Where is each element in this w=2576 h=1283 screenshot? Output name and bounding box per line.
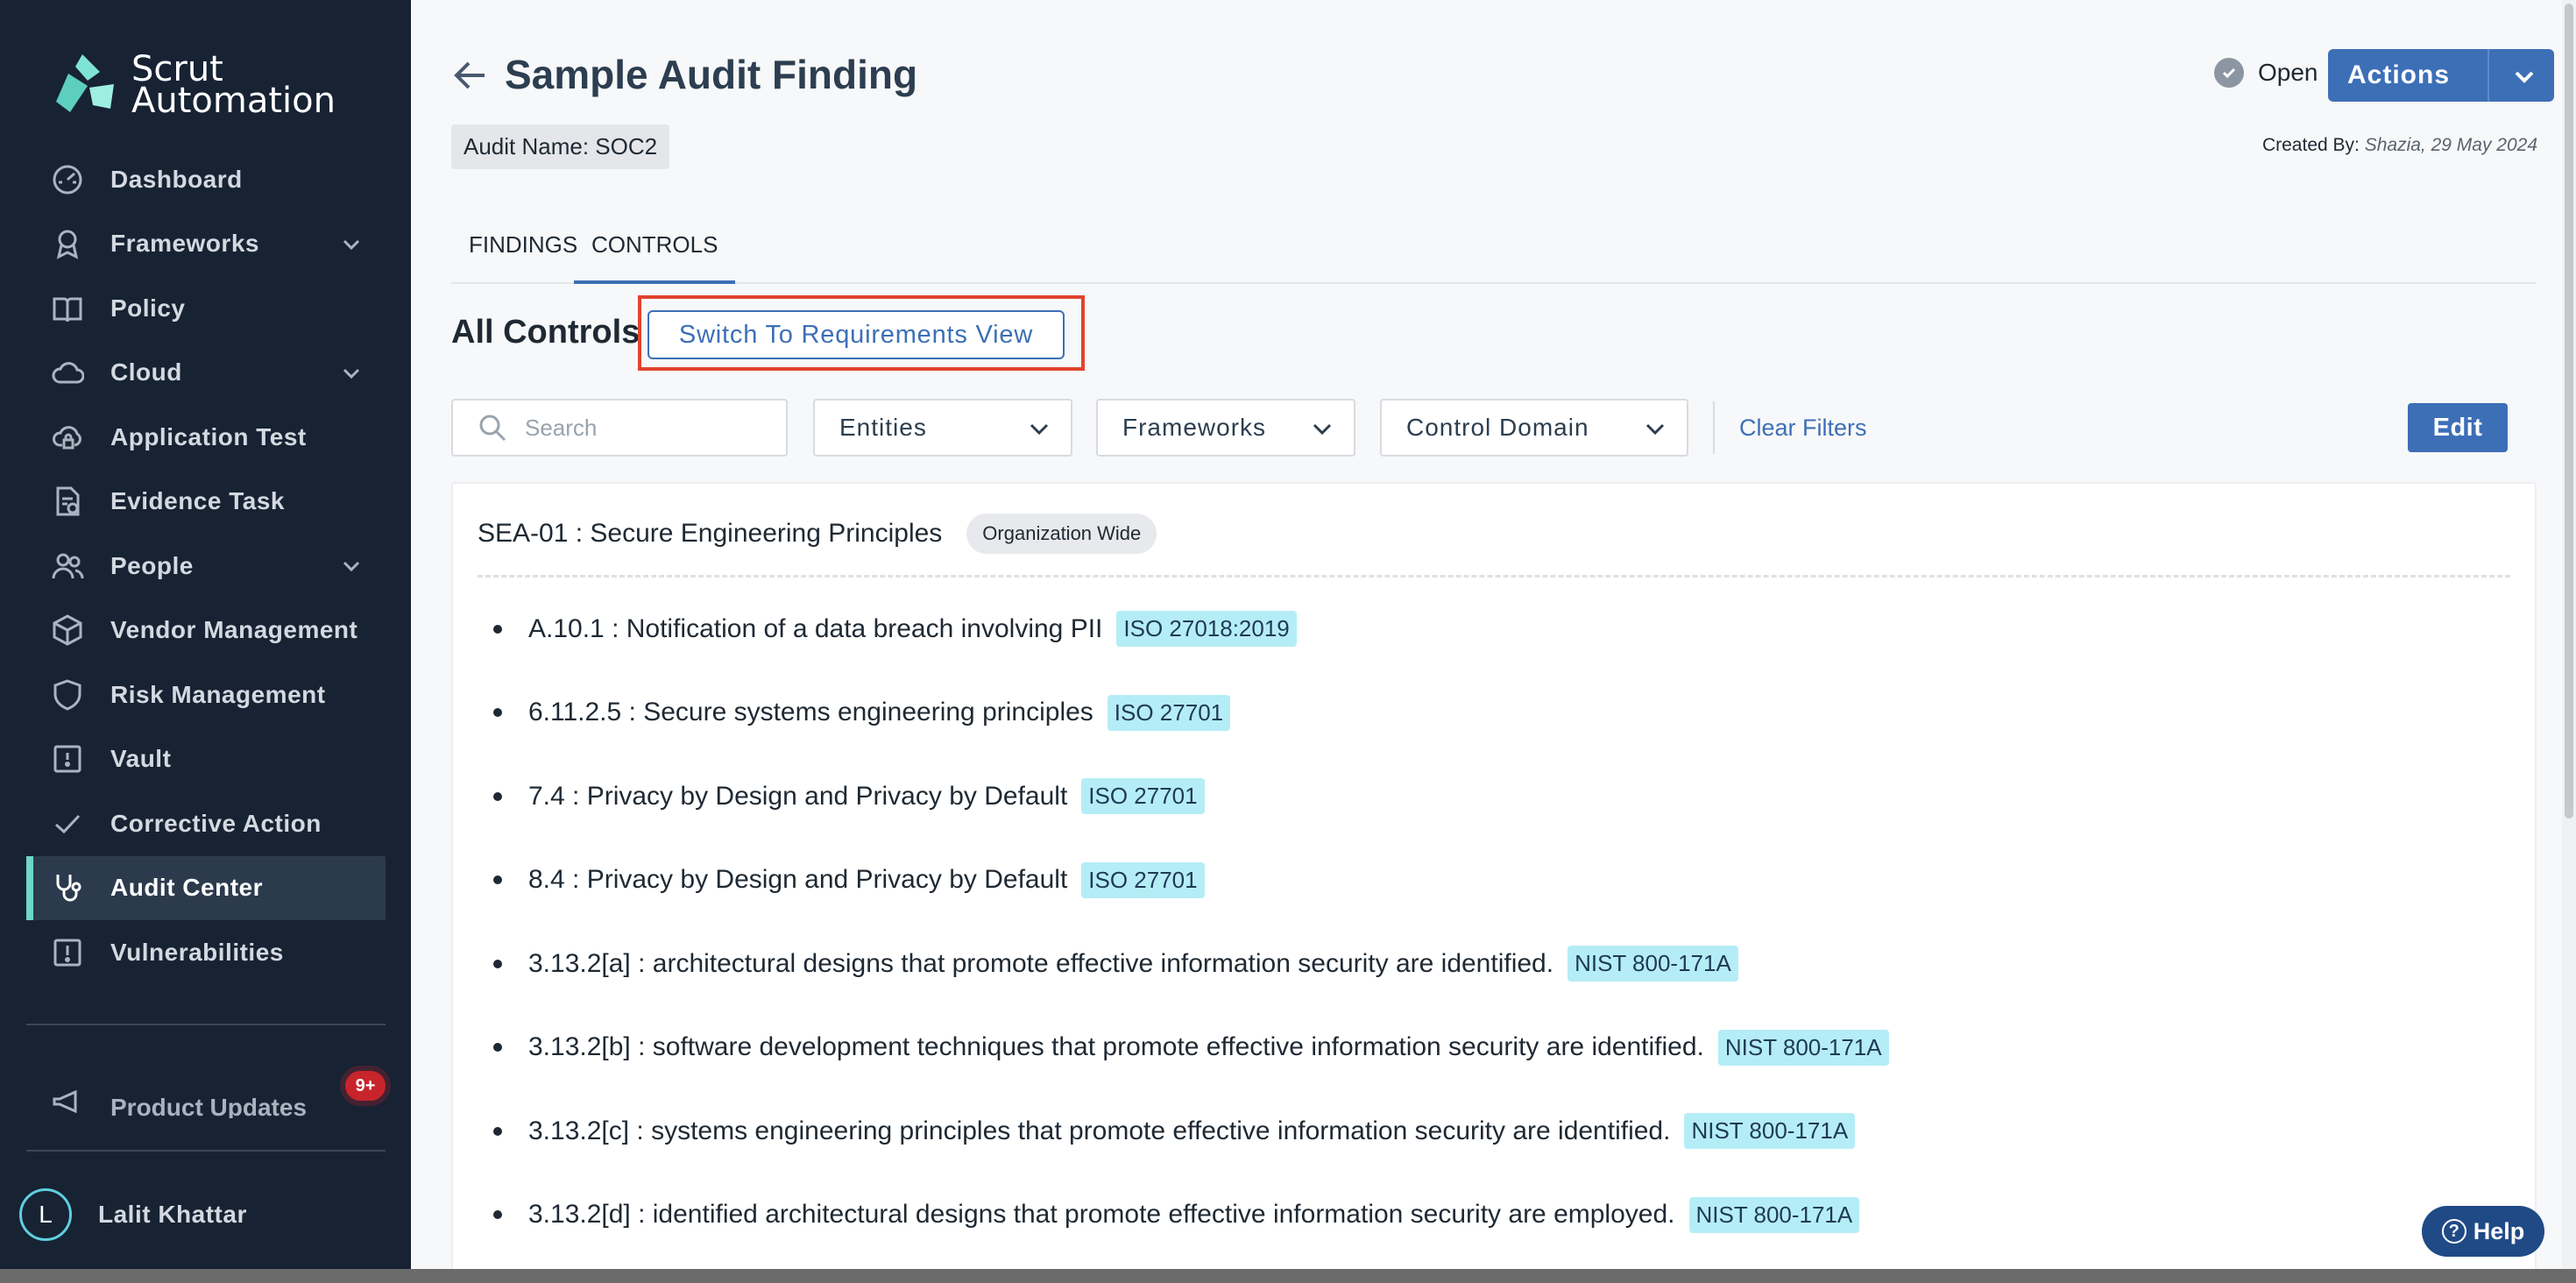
vault-icon — [49, 741, 86, 777]
framework-tag: ISO 27701 — [1081, 778, 1205, 815]
scrollbar-thumb[interactable] — [2565, 4, 2573, 819]
sidebar-nav: Dashboard Frameworks Policy Cloud Applic… — [26, 147, 386, 985]
sidebar-item-application-test[interactable]: Application Test — [26, 405, 386, 470]
switch-view-button[interactable]: Switch To Requirements View — [648, 310, 1065, 359]
sidebar-item-evidence-task[interactable]: Evidence Task — [26, 470, 386, 535]
sidebar-item-vault[interactable]: Vault — [26, 727, 386, 792]
award-icon — [49, 225, 86, 262]
notification-badge: 9+ — [345, 1071, 386, 1101]
sidebar-divider — [26, 1024, 386, 1025]
logo[interactable]: Scrut Automation — [49, 51, 336, 119]
file-check-icon — [49, 483, 86, 520]
sidebar-item-people[interactable]: People — [26, 534, 386, 599]
sidebar-item-dashboard[interactable]: Dashboard — [26, 147, 386, 212]
framework-tag: NIST 800-171A — [1684, 1113, 1856, 1150]
list-item: 3.13.2[a] : architectural designs that p… — [478, 922, 2510, 1006]
help-icon: ? — [2441, 1219, 2466, 1244]
control-card: SEA-01 : Secure Engineering Principles O… — [451, 482, 2537, 1283]
framework-tag: NIST 800-171A — [1717, 1029, 1889, 1066]
sidebar-item-risk-management[interactable]: Risk Management — [26, 663, 386, 727]
cloud-lock-icon — [49, 419, 86, 456]
status-check-icon — [2214, 58, 2244, 88]
entities-dropdown[interactable]: Entities — [813, 399, 1072, 457]
sidebar-item-frameworks[interactable]: Frameworks — [26, 212, 386, 277]
people-icon — [49, 548, 86, 585]
status-label: Open — [2258, 59, 2318, 86]
control-header: SEA-01 : Secure Engineering Principles O… — [478, 514, 1157, 554]
page-title: Sample Audit Finding — [505, 52, 918, 97]
sidebar-divider — [26, 1150, 386, 1152]
avatar: L — [19, 1188, 72, 1241]
sidebar-item-corrective-action[interactable]: Corrective Action — [26, 791, 386, 856]
list-item: 6.11.2.5 : Secure systems engineering pr… — [478, 671, 2510, 755]
dashed-divider — [478, 575, 2510, 578]
audit-name-chip: Audit Name: SOC2 — [451, 124, 670, 169]
section-heading: All Controls — [451, 314, 640, 351]
list-item: 3.13.2[c] : systems engineering principl… — [478, 1089, 2510, 1173]
chevron-down-icon — [1313, 423, 1332, 436]
status-indicator: Open — [2214, 58, 2318, 88]
framework-tag: NIST 800-171A — [1688, 1196, 1860, 1233]
chevron-down-icon — [1030, 423, 1049, 436]
dashboard-icon — [49, 161, 86, 198]
book-icon — [49, 290, 86, 327]
scope-chip: Organization Wide — [966, 514, 1157, 554]
cube-icon — [49, 612, 86, 649]
help-button[interactable]: ? Help — [2422, 1206, 2544, 1257]
framework-tag: ISO 27701 — [1107, 694, 1231, 731]
list-item: 3.13.2[b] : software development techniq… — [478, 1006, 2510, 1090]
search-input[interactable]: Search — [451, 399, 788, 457]
chevron-down-icon — [1645, 423, 1665, 436]
user-name: Lalit Khattar — [98, 1201, 247, 1228]
main-content: Sample Audit Finding Audit Name: SOC2 Op… — [411, 0, 2576, 1283]
list-item: 8.4 : Privacy by Design and Privacy by D… — [478, 839, 2510, 923]
back-arrow-icon[interactable] — [451, 56, 490, 95]
framework-tag: NIST 800-171A — [1568, 946, 1738, 982]
check-icon — [49, 805, 86, 842]
cloud-icon — [49, 354, 86, 391]
chevron-down-icon[interactable] — [340, 555, 363, 578]
chevron-down-icon[interactable] — [340, 233, 363, 256]
sidebar-item-audit-center[interactable]: Audit Center — [26, 855, 386, 920]
frameworks-dropdown[interactable]: Frameworks — [1096, 399, 1355, 457]
sidebar-item-policy[interactable]: Policy — [26, 276, 386, 341]
logo-line-2: Automation — [131, 81, 336, 121]
search-icon — [479, 415, 506, 442]
filter-divider — [1713, 401, 1715, 454]
edit-button[interactable]: Edit — [2408, 403, 2508, 452]
clear-filters-link[interactable]: Clear Filters — [1739, 415, 1867, 442]
vertical-scrollbar[interactable] — [2562, 0, 2576, 1283]
framework-tag: ISO 27018:2019 — [1116, 611, 1297, 648]
tab-bar: FINDINGS CONTROLS — [451, 219, 2537, 284]
sidebar-item-product-updates[interactable]: Product Updates — [49, 1074, 382, 1118]
tab-controls[interactable]: CONTROLS — [574, 231, 736, 284]
control-domain-dropdown[interactable]: Control Domain — [1380, 399, 1688, 457]
sidebar: Scrut Automation Dashboard Frameworks Po… — [0, 0, 411, 1283]
stethoscope-icon — [49, 869, 86, 906]
created-by: Created By: Shazia, 29 May 2024 — [2261, 135, 2537, 155]
list-item: A.10.1 : Notification of a data breach i… — [478, 587, 2510, 671]
sidebar-item-cloud[interactable]: Cloud — [26, 341, 386, 406]
window-bottom-edge — [0, 1269, 2576, 1283]
control-title: SEA-01 : Secure Engineering Principles — [478, 519, 943, 548]
framework-tag: ISO 27701 — [1081, 861, 1205, 898]
list-item: 3.13.2[d] : identified architectural des… — [478, 1173, 2510, 1258]
user-profile[interactable]: L Lalit Khattar — [19, 1188, 247, 1241]
requirement-list: A.10.1 : Notification of a data breach i… — [478, 587, 2510, 1257]
created-by-value: Shazia, 29 May 2024 — [2364, 135, 2537, 155]
scrut-logo-icon — [56, 54, 114, 112]
shield-icon — [49, 677, 86, 713]
alert-square-icon — [49, 934, 86, 971]
sidebar-item-vendor-management[interactable]: Vendor Management — [26, 599, 386, 663]
chevron-down-icon[interactable] — [2512, 64, 2537, 89]
list-item: 7.4 : Privacy by Design and Privacy by D… — [478, 755, 2510, 839]
chevron-down-icon[interactable] — [340, 362, 363, 385]
sidebar-item-vulnerabilities[interactable]: Vulnerabilities — [26, 920, 386, 985]
megaphone-icon — [53, 1089, 77, 1114]
actions-button[interactable]: Actions — [2328, 49, 2554, 102]
